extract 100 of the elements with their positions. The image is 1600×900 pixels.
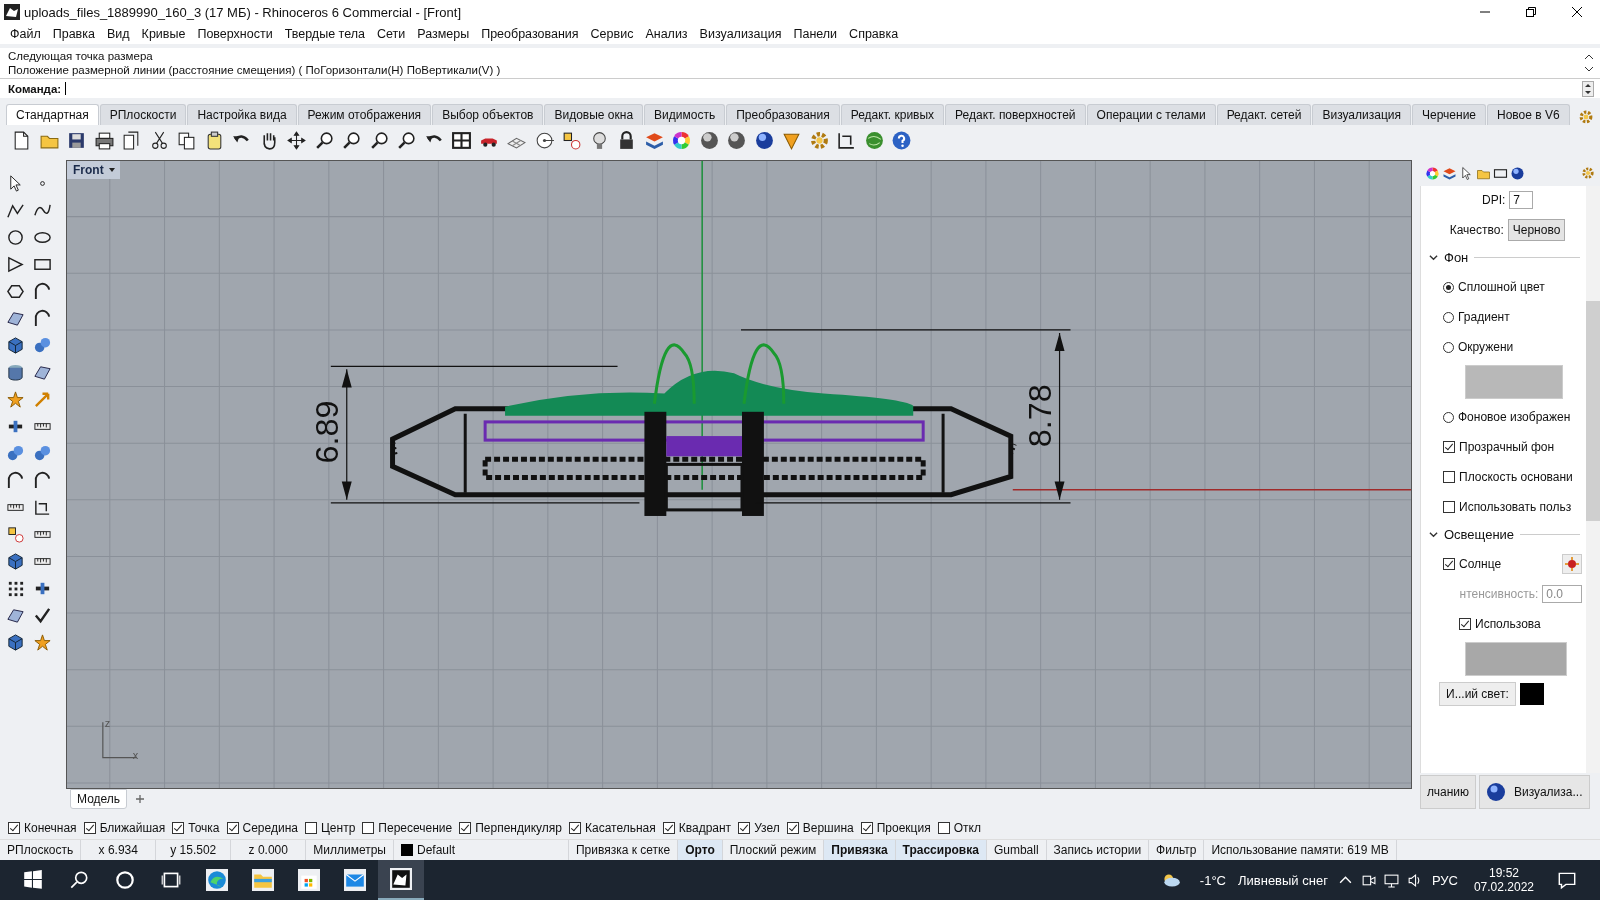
scrollbar-thumb[interactable] <box>1586 301 1600 521</box>
toolbar-tab[interactable]: Выбор объектов <box>432 104 544 125</box>
menu-item[interactable]: Вид <box>100 27 136 41</box>
scroll-down-icon[interactable] <box>1584 65 1594 73</box>
menu-item[interactable]: Твердые тела <box>278 27 371 41</box>
checkbox[interactable] <box>860 822 873 834</box>
menu-item[interactable]: Сети <box>370 27 412 41</box>
weather-text[interactable]: Ливневый снег <box>1238 872 1328 888</box>
status-toggle[interactable]: Трассировка <box>895 840 987 860</box>
rhino-app-icon[interactable] <box>390 868 412 890</box>
clock[interactable]: 19:52 07.02.2022 <box>1473 866 1534 894</box>
close-icon[interactable] <box>1571 6 1583 18</box>
toolbar-tab[interactable]: Видовые окна <box>544 104 644 125</box>
dot-grid-icon[interactable] <box>6 579 25 598</box>
checkbox[interactable] <box>1443 501 1455 513</box>
checkbox[interactable] <box>172 822 185 834</box>
folder-icon[interactable] <box>252 869 274 891</box>
surface-icon[interactable] <box>6 309 25 328</box>
toolbar-tab[interactable]: Режим отображения <box>297 104 432 125</box>
glossy-sphere-icon[interactable] <box>1509 165 1525 181</box>
checkbox[interactable] <box>662 822 675 834</box>
cube-icon[interactable] <box>6 633 25 652</box>
network-icon[interactable] <box>1383 872 1399 888</box>
chevron-icon[interactable] <box>1429 530 1438 539</box>
polyline-icon[interactable] <box>6 201 25 220</box>
magnifier-icon[interactable] <box>341 129 363 151</box>
sun-button[interactable] <box>1562 554 1582 574</box>
gear-icon[interactable] <box>1581 166 1595 180</box>
menu-item[interactable]: Размеры <box>411 27 476 41</box>
mail-icon[interactable] <box>344 869 366 891</box>
diagonal-arrow-icon[interactable] <box>33 390 52 409</box>
menu-item[interactable]: Сервис <box>584 27 640 41</box>
section-title[interactable]: Фон <box>1444 250 1469 265</box>
section-title[interactable]: Освещение <box>1444 527 1515 542</box>
gear-icon[interactable] <box>1578 109 1594 125</box>
spheres-icon[interactable] <box>33 444 52 463</box>
checkbox[interactable] <box>568 822 581 834</box>
render-button[interactable]: Визуализа... <box>1479 775 1590 809</box>
quality-dropdown[interactable]: Черново <box>1507 219 1566 241</box>
dpi-field[interactable]: 7 <box>1509 191 1533 209</box>
help-icon[interactable] <box>891 129 913 151</box>
add-icon[interactable] <box>135 794 146 804</box>
toolbar-tab[interactable]: Новое в V6 <box>1487 104 1570 125</box>
layers-icon[interactable] <box>1441 165 1457 181</box>
scroll-up-icon[interactable] <box>1584 53 1594 61</box>
color-wheel-icon[interactable] <box>1424 165 1440 181</box>
cylinder-icon[interactable] <box>6 363 25 382</box>
toolbar-tab[interactable]: Стандартная <box>6 104 99 125</box>
search-icon[interactable] <box>68 869 90 891</box>
toolbar-tab[interactable]: Редакт. поверхностей <box>945 104 1086 125</box>
checkbox[interactable] <box>83 822 96 834</box>
toolbar-tab[interactable]: Преобразования <box>726 104 840 125</box>
color-wheel-icon[interactable] <box>671 129 693 151</box>
toolbar-tab[interactable]: Операции с телами <box>1086 104 1216 125</box>
checkbox[interactable] <box>8 822 20 834</box>
status-toggle[interactable]: Привязка <box>824 840 896 860</box>
shaded-sphere-icon[interactable] <box>698 129 720 151</box>
spin-icon[interactable] <box>1582 80 1594 97</box>
menu-item[interactable]: Кривые <box>135 27 192 41</box>
corner-frame-icon[interactable] <box>33 498 52 517</box>
checkbox[interactable] <box>1443 471 1455 483</box>
star-icon[interactable] <box>33 633 52 652</box>
checkbox[interactable] <box>738 822 751 834</box>
menu-item[interactable]: Визуализация <box>693 27 788 41</box>
menu-item[interactable]: Справка <box>843 27 905 41</box>
menu-item[interactable]: Панели <box>787 27 844 41</box>
status-toggle[interactable]: Орто <box>678 840 723 860</box>
dimension-line[interactable] <box>740 329 1072 504</box>
magnifier-icon[interactable] <box>396 129 418 151</box>
menu-item[interactable]: Правка <box>46 27 101 41</box>
toolbar-tab[interactable]: Настройка вида <box>187 104 297 125</box>
toolbar-tab[interactable]: Редакт. сетей <box>1216 104 1312 125</box>
arc-icon[interactable] <box>33 309 52 328</box>
dropdown-caret-icon[interactable] <box>107 166 116 174</box>
check-icon[interactable] <box>33 606 52 625</box>
shaded-sphere-icon[interactable] <box>726 129 748 151</box>
viewport-title[interactable]: Front <box>67 161 120 179</box>
color-swatch[interactable] <box>1519 683 1544 705</box>
grid-icon[interactable] <box>451 129 473 151</box>
checkbox[interactable] <box>786 822 799 834</box>
checkbox[interactable] <box>1443 558 1455 570</box>
checkbox[interactable] <box>937 822 950 834</box>
model-drawing[interactable] <box>390 343 1017 516</box>
toolbar-tab[interactable]: Видимость <box>644 104 726 125</box>
ambient-light-button[interactable]: И...ий свет: <box>1439 682 1516 706</box>
circle-icon[interactable] <box>114 869 136 891</box>
weather-temperature[interactable]: -1°C <box>1199 872 1226 888</box>
menu-item[interactable]: Поверхности <box>191 27 279 41</box>
menu-item[interactable]: Файл <box>4 27 47 41</box>
language-indicator[interactable]: РУС <box>1431 872 1458 888</box>
toolbar-tab[interactable]: Черчение <box>1412 104 1486 125</box>
checkbox[interactable] <box>362 822 375 834</box>
volume-icon[interactable] <box>1406 872 1422 888</box>
arc-icon[interactable] <box>33 471 52 490</box>
toolbar-tab[interactable]: Редакт. кривых <box>840 104 945 125</box>
toolbar-tab[interactable]: Визуализация <box>1312 104 1411 125</box>
hexagon-icon[interactable] <box>6 282 25 301</box>
circle-icon[interactable] <box>6 228 25 247</box>
arc-icon[interactable] <box>6 471 25 490</box>
layout-tab[interactable]: Модель <box>70 789 128 809</box>
